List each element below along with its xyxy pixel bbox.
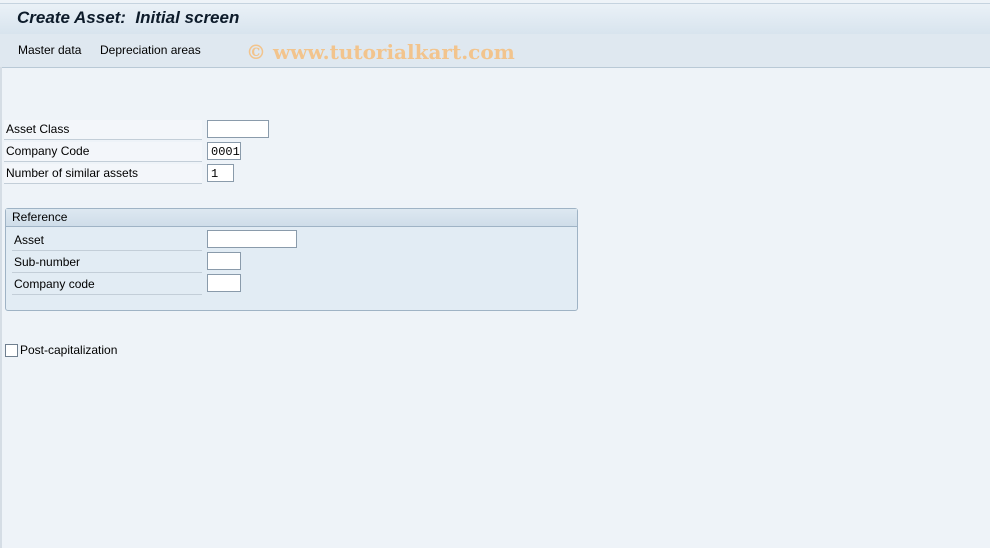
post-capitalization-label: Post-capitalization	[20, 343, 118, 357]
post-capitalization-checkbox[interactable]	[5, 344, 18, 357]
similar-assets-label: Number of similar assets	[4, 164, 202, 184]
menu-depreciation-areas[interactable]: Depreciation areas	[100, 43, 201, 57]
ref-company-code-label: Company code	[12, 275, 202, 295]
reference-group: Reference Asset Sub-number Company code	[5, 208, 578, 311]
title-bar: Create Asset: Initial screen	[0, 3, 990, 35]
watermark: © www.tutorialkart.com	[246, 40, 515, 64]
ref-asset-input[interactable]	[207, 230, 297, 248]
ref-sub-number-label: Sub-number	[12, 253, 202, 273]
ref-sub-number-input[interactable]	[207, 252, 241, 270]
menu-master-data[interactable]: Master data	[18, 43, 81, 57]
company-code-label: Company Code	[4, 142, 202, 162]
asset-class-label: Asset Class	[4, 120, 202, 140]
reference-group-title: Reference	[12, 210, 68, 224]
left-edge-divider	[0, 67, 2, 548]
ref-company-code-input[interactable]	[207, 274, 241, 292]
company-code-input[interactable]: 0001	[207, 142, 241, 160]
page-title: Create Asset: Initial screen	[17, 8, 240, 27]
asset-class-input[interactable]	[207, 120, 269, 138]
similar-assets-input[interactable]: 1	[207, 164, 234, 182]
ref-asset-label: Asset	[12, 231, 202, 251]
reference-group-header: Reference	[6, 209, 577, 227]
